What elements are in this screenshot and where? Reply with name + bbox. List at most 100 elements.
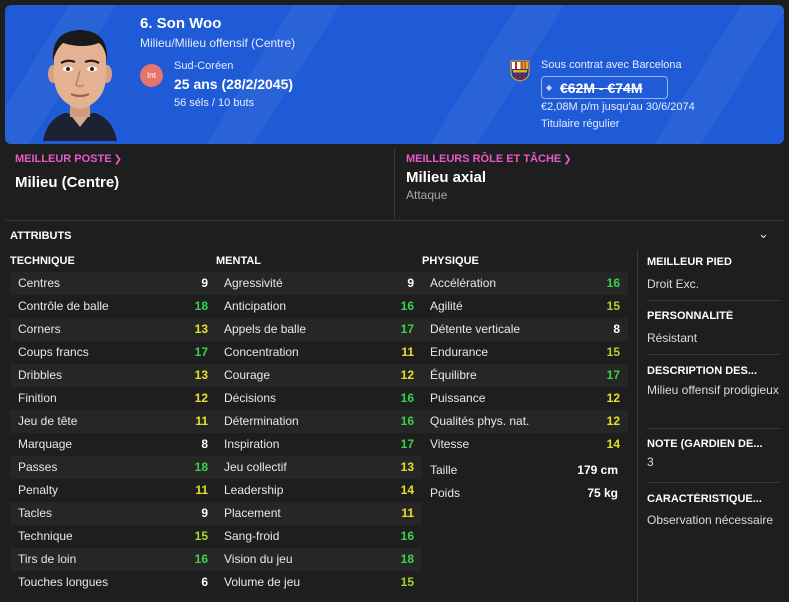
best-role-value: Milieu axial <box>406 169 487 186</box>
attribute-row[interactable]: Tirs de loin 16 <box>10 548 216 571</box>
nation-badge[interactable]: Int <box>140 64 163 87</box>
attribute-name: Vitesse <box>430 437 470 451</box>
attribute-row[interactable]: Touches longues 6 <box>10 571 216 594</box>
attribute-row[interactable]: Technique 15 <box>10 525 216 548</box>
attribute-name: Décisions <box>224 391 277 405</box>
attribute-row[interactable]: Appels de balle 17 <box>216 318 422 341</box>
best-role-link[interactable]: MEILLEURS RÔLE ET TÂCHE ❯ <box>406 153 572 165</box>
attribute-value: 14 <box>606 437 620 451</box>
section-divider <box>5 220 784 221</box>
attribute-name: Volume de jeu <box>224 575 301 589</box>
chevron-right-icon: ❯ <box>113 154 122 165</box>
attribute-row[interactable]: Courage 12 <box>216 364 422 387</box>
attribute-row[interactable]: Puissance 12 <box>422 387 628 410</box>
attribute-name: Détermination <box>224 414 299 428</box>
chevron-down-icon[interactable]: ⌄ <box>758 226 769 242</box>
traits-label: CARACTÉRISTIQUE... <box>647 493 762 505</box>
attribute-name: Penalty <box>18 483 59 497</box>
attribute-name: Anticipation <box>224 299 287 313</box>
mental-header: MENTAL <box>216 255 262 267</box>
attribute-name: Dribbles <box>18 368 63 382</box>
attribute-value: 17 <box>400 322 414 336</box>
attribute-row[interactable]: Tacles 9 <box>10 502 216 525</box>
player-age: 25 ans (28/2/2045) <box>174 76 294 92</box>
attribute-row[interactable]: Coups francs 17 <box>10 341 216 364</box>
attribute-row[interactable]: Inspiration 17 <box>216 433 422 456</box>
attribute-row[interactable]: Décisions 16 <box>216 387 422 410</box>
attribute-name: Appels de balle <box>224 322 307 336</box>
transfer-value-box[interactable]: ◆ €62M - €74M <box>541 76 668 99</box>
attribute-name: Accélération <box>430 276 497 290</box>
attribute-value: 12 <box>606 414 620 428</box>
physical-attributes: Accélération 16 Agilité 15 Détente verticale… <box>422 272 628 456</box>
gk-rating-label: NOTE (GARDIEN DE... <box>647 438 763 450</box>
physical-header: PHYSIQUE <box>422 255 479 267</box>
club-crest-icon[interactable] <box>510 60 530 82</box>
attribute-value: 17 <box>194 345 208 359</box>
technical-attributes: Centres 9 Contrôle de balle 18 Corners 13 Coup… <box>10 272 216 594</box>
attribute-name: Tacles <box>18 506 53 520</box>
info-separator <box>647 354 780 355</box>
attribute-row[interactable]: Volume de jeu 15 <box>216 571 422 594</box>
attribute-row[interactable]: Détente verticale 8 <box>422 318 628 341</box>
nationality[interactable]: Sud-Coréen <box>174 60 233 72</box>
info-separator <box>647 482 780 483</box>
panel-divider <box>394 148 395 218</box>
attribute-row[interactable]: Passes 18 <box>10 456 216 479</box>
attribute-value: 9 <box>201 276 208 290</box>
traits-block[interactable]: CARACTÉRISTIQUE... Observation nécessair… <box>647 493 782 529</box>
attribute-row[interactable]: Jeu de tête 11 <box>10 410 216 433</box>
attribute-name: Agressivité <box>224 276 283 290</box>
attribute-row[interactable]: Concentration 11 <box>216 341 422 364</box>
attribute-name: Équilibre <box>430 368 477 382</box>
description-block[interactable]: DESCRIPTION DES... Milieu offensif prodi… <box>647 365 782 399</box>
attribute-value: 15 <box>606 299 620 313</box>
attribute-row[interactable]: Vitesse 14 <box>422 433 628 456</box>
contract-club[interactable]: Sous contrat avec Barcelona <box>541 59 682 71</box>
chevron-right-icon: ❯ <box>563 154 572 165</box>
attribute-name: Coups francs <box>18 345 89 359</box>
attribute-row[interactable]: Vision du jeu 18 <box>216 548 422 571</box>
personality-label: PERSONNALITÉ <box>647 310 734 322</box>
attribute-row[interactable]: Qualités phys. nat. 12 <box>422 410 628 433</box>
attribute-row[interactable]: Placement 11 <box>216 502 422 525</box>
attribute-name: Tirs de loin <box>18 552 77 566</box>
attribute-name: Contrôle de balle <box>18 299 109 313</box>
attribute-name: Qualités phys. nat. <box>430 414 530 428</box>
attribute-value: 13 <box>194 322 208 336</box>
attribute-row[interactable]: Centres 9 <box>10 272 216 295</box>
attribute-value: 13 <box>194 368 208 382</box>
attribute-name: Leadership <box>224 483 284 497</box>
attribute-value: 9 <box>407 276 414 290</box>
transfer-value: €62M - €74M <box>560 80 643 96</box>
attribute-row[interactable]: Leadership 14 <box>216 479 422 502</box>
info-separator <box>647 300 780 301</box>
attribute-row[interactable]: Jeu collectif 13 <box>216 456 422 479</box>
best-position-link[interactable]: MEILLEUR POSTE ❯ <box>15 153 122 165</box>
attribute-row[interactable]: Contrôle de balle 18 <box>10 295 216 318</box>
attribute-row[interactable]: Marquage 8 <box>10 433 216 456</box>
attribute-row[interactable]: Agressivité 9 <box>216 272 422 295</box>
attribute-value: 12 <box>400 368 414 382</box>
attributes-title: ATTRIBUTS <box>10 230 72 242</box>
best-role-label: MEILLEURS RÔLE ET TÂCHE <box>406 153 562 165</box>
personality-block: PERSONNALITÉ Résistant <box>647 310 782 347</box>
attribute-row[interactable]: Penalty 11 <box>10 479 216 502</box>
attribute-row[interactable]: Corners 13 <box>10 318 216 341</box>
attribute-row[interactable]: Détermination 16 <box>216 410 422 433</box>
attribute-name: Jeu de tête <box>18 414 78 428</box>
attribute-row[interactable]: Anticipation 16 <box>216 295 422 318</box>
international-caps: 56 séls / 10 buts <box>174 97 255 109</box>
weight-label: Poids <box>430 486 461 500</box>
attribute-row[interactable]: Équilibre 17 <box>422 364 628 387</box>
attribute-row[interactable]: Sang-froid 16 <box>216 525 422 548</box>
attribute-row[interactable]: Accélération 16 <box>422 272 628 295</box>
gk-rating-block[interactable]: NOTE (GARDIEN DE... 3 <box>647 438 782 471</box>
best-role-duty: Attaque <box>406 188 448 202</box>
attribute-row[interactable]: Finition 12 <box>10 387 216 410</box>
attribute-value: 16 <box>194 552 208 566</box>
attribute-row[interactable]: Dribbles 13 <box>10 364 216 387</box>
attribute-row[interactable]: Endurance 15 <box>422 341 628 364</box>
attribute-value: 15 <box>606 345 620 359</box>
attribute-row[interactable]: Agilité 15 <box>422 295 628 318</box>
